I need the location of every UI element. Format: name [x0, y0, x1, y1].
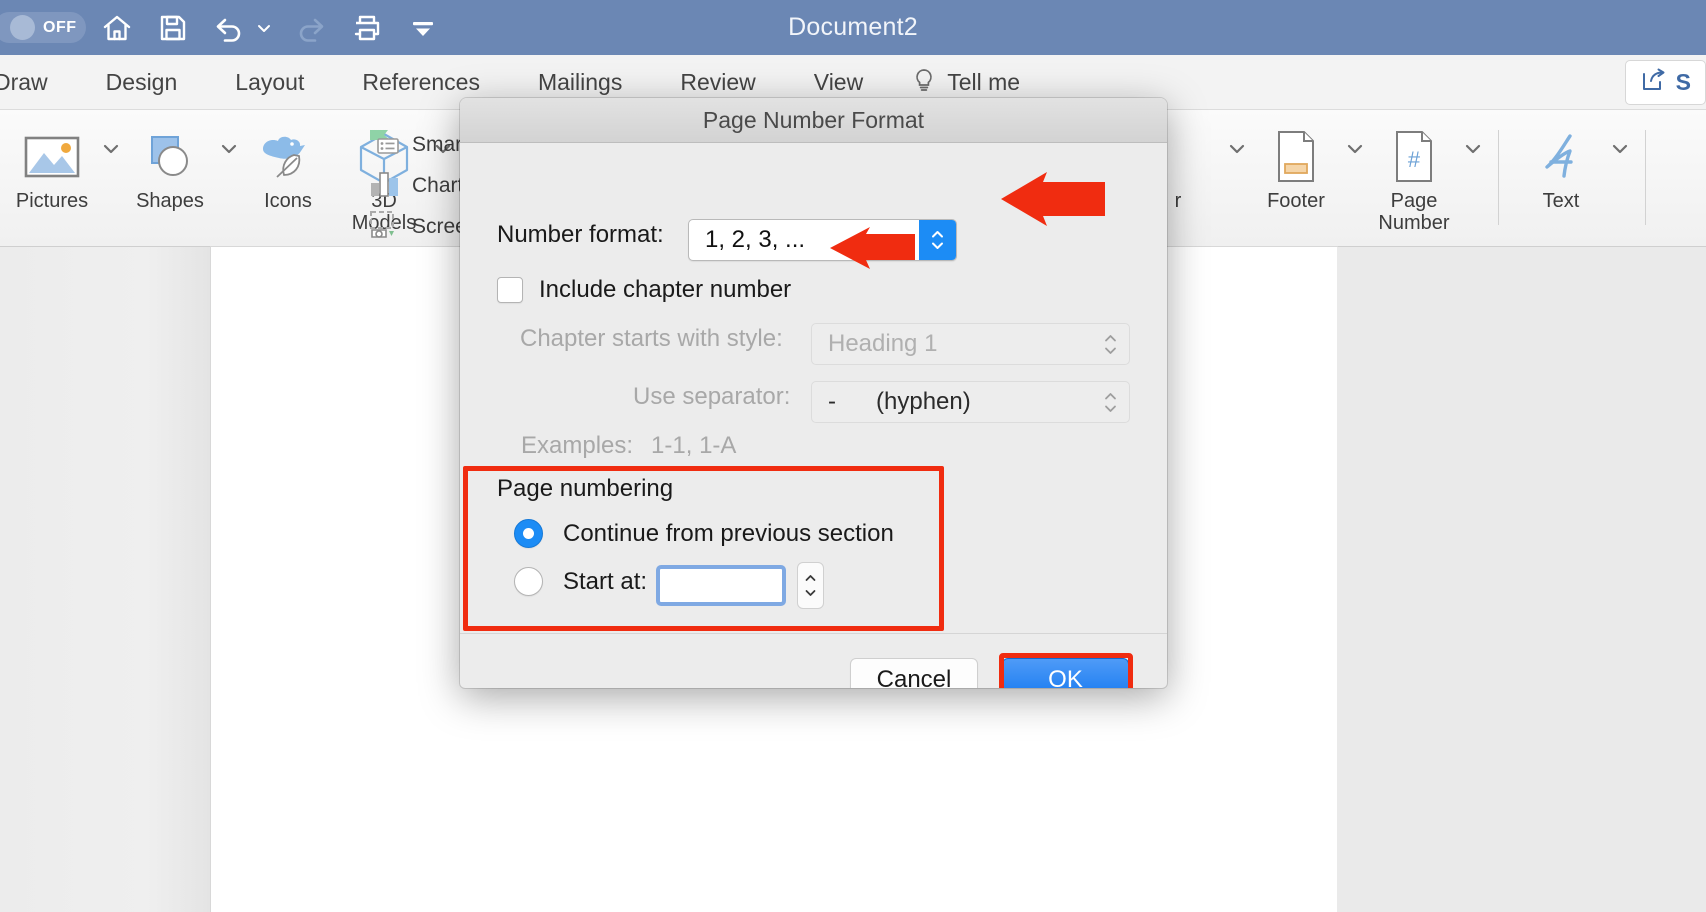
ribbon-label-shapes: Shapes: [136, 190, 204, 212]
toggle-knob: [10, 15, 35, 40]
include-chapter-checkbox[interactable]: [497, 277, 523, 303]
chapter-style-label: Chapter starts with style:: [520, 325, 783, 352]
ribbon-label-pictures: Pictures: [15, 190, 89, 212]
separator-value: - (hyphen): [828, 388, 971, 415]
undo-icon[interactable]: [212, 11, 246, 45]
ribbon-button-pictures[interactable]: Pictures: [4, 110, 100, 212]
chart-icon: [368, 168, 402, 203]
examples-value: 1-1, 1-A: [651, 432, 737, 459]
customize-toolbar-icon[interactable]: [406, 11, 440, 45]
ribbon-button-screenshot[interactable]: Scree: [368, 206, 467, 247]
arrow-to-number-format-stepper: [1001, 172, 1105, 226]
document-left-rail: [0, 247, 211, 912]
footer-icon: [1273, 126, 1319, 188]
pictures-chevron-down-icon[interactable]: [100, 110, 122, 172]
examples-row: Examples: 1-1, 1-A: [521, 432, 736, 460]
footer-chevron-down-icon[interactable]: [1344, 110, 1366, 172]
separator-select: - (hyphen): [811, 381, 1130, 423]
lightbulb-icon: [912, 67, 936, 98]
tab-layout[interactable]: Layout: [206, 55, 333, 110]
ribbon-group-header-footer: r Footer # Page Number Text: [1130, 110, 1660, 247]
number-format-label: Number format:: [497, 221, 664, 248]
ribbon-label-text: Text: [1542, 190, 1580, 212]
ribbon-button-chart[interactable]: Chart: [368, 165, 463, 206]
svg-text:#: #: [1408, 147, 1421, 172]
share-label: S: [1675, 69, 1691, 95]
icons-icon: [257, 126, 319, 188]
number-format-row: Number format:: [497, 221, 664, 249]
document-right-rail: [1337, 247, 1706, 912]
chapter-style-row: Chapter starts with style:: [520, 325, 783, 353]
ribbon-label-header: r: [1174, 190, 1182, 212]
smartart-icon: [368, 127, 402, 162]
separator-stepper: [1092, 382, 1129, 422]
ribbon-button-smartart[interactable]: Smart: [368, 124, 468, 165]
ribbon-button-text[interactable]: Text: [1513, 110, 1609, 212]
share-button[interactable]: S: [1624, 60, 1706, 105]
tell-me-label: Tell me: [947, 69, 1021, 95]
tab-design[interactable]: Design: [77, 55, 207, 110]
page-number-icon: #: [1391, 126, 1437, 188]
screenshot-icon: [368, 209, 402, 244]
include-chapter-row[interactable]: Include chapter number: [497, 276, 791, 304]
label-number: Number: [1378, 212, 1450, 235]
page-number-chevron-down-icon[interactable]: [1462, 110, 1484, 172]
pictures-icon: [22, 126, 82, 188]
ribbon-separator-1: [1498, 130, 1499, 225]
tab-draw[interactable]: Draw: [0, 55, 77, 110]
dialog-title-bar: Page Number Format: [460, 98, 1167, 143]
ribbon-button-shapes[interactable]: Shapes: [122, 110, 218, 212]
header-chevron-down-icon[interactable]: [1226, 110, 1248, 172]
print-icon[interactable]: [350, 11, 384, 45]
ribbon-button-icons[interactable]: Icons: [240, 110, 336, 212]
ribbon-label-screenshot: Scree: [412, 214, 467, 238]
separator-row: Use separator:: [633, 383, 790, 411]
ribbon-group-illustrations-list: Smart Chart Scree: [368, 110, 468, 247]
ribbon-label-chart: Chart: [412, 173, 464, 197]
quick-access-toolbar: [100, 0, 440, 55]
ribbon-button-page-number[interactable]: # Page Number: [1366, 110, 1462, 235]
chapter-style-stepper: [1092, 324, 1129, 364]
share-icon: [1640, 68, 1668, 97]
chapter-style-value: Heading 1: [828, 330, 938, 357]
label-page: Page: [1390, 190, 1438, 212]
toggle-label: OFF: [43, 18, 77, 36]
tell-me-box[interactable]: Tell me: [892, 67, 1040, 98]
highlight-page-numbering-group: [463, 466, 944, 631]
text-chevron-down-icon[interactable]: [1609, 110, 1631, 172]
ribbon-button-footer[interactable]: Footer: [1248, 110, 1344, 212]
ribbon-label-icons: Icons: [264, 190, 312, 212]
cancel-button[interactable]: Cancel: [850, 658, 978, 688]
include-chapter-label: Include chapter number: [539, 276, 792, 303]
home-icon[interactable]: [100, 11, 134, 45]
examples-label: Examples:: [521, 432, 634, 459]
dialog-title: Page Number Format: [702, 106, 925, 133]
number-format-stepper[interactable]: [919, 220, 956, 260]
arrow-to-include-chapter-checkbox: [830, 227, 915, 269]
chapter-style-select: Heading 1: [811, 323, 1130, 365]
window-title-bar: OFF Document2: [0, 0, 1706, 55]
ribbon-label-page-number: Page Number: [1378, 190, 1449, 235]
shapes-icon: [140, 126, 200, 188]
undo-dropdown-caret[interactable]: [256, 20, 272, 36]
text-box-icon: [1534, 126, 1588, 188]
highlight-ok-button: [999, 653, 1133, 688]
redo-icon[interactable]: [294, 11, 328, 45]
shapes-chevron-down-icon[interactable]: [218, 110, 240, 172]
ribbon-separator-2: [1645, 130, 1646, 225]
ribbon-label-footer: Footer: [1267, 190, 1325, 212]
separator-label: Use separator:: [633, 383, 791, 410]
save-icon[interactable]: [156, 11, 190, 45]
dialog-divider: [460, 633, 1167, 634]
ribbon-display-toggle[interactable]: OFF: [0, 12, 86, 43]
number-format-value: 1, 2, 3, ...: [705, 226, 806, 253]
word-application-window: OFF Document2 Draw Design Layout Referen…: [0, 0, 1706, 912]
